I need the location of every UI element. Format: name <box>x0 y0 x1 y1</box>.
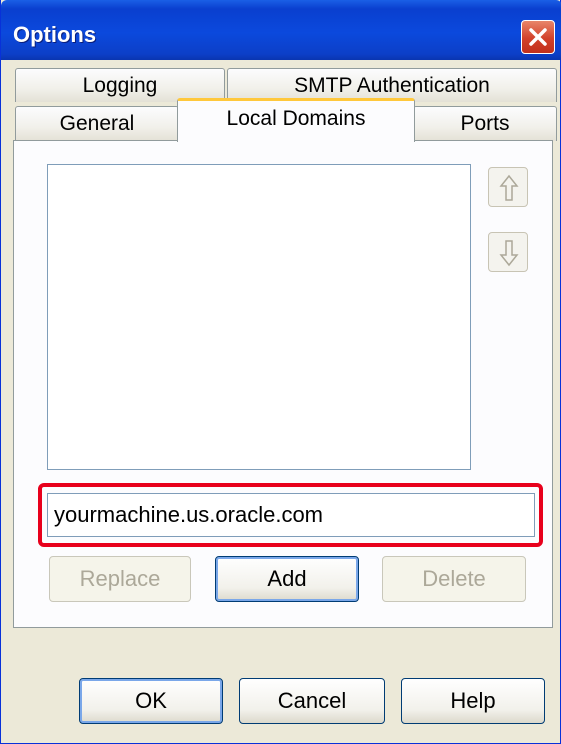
tab-local-domains[interactable]: Local Domains <box>177 98 415 142</box>
move-down-button[interactable] <box>488 232 528 272</box>
tab-label: General <box>59 112 135 135</box>
tab-logging[interactable]: Logging <box>15 68 225 102</box>
button-label: Add <box>267 566 307 591</box>
cancel-button[interactable]: Cancel <box>239 678 385 724</box>
move-up-button[interactable] <box>488 167 528 207</box>
arrow-up-icon <box>499 174 519 201</box>
tab-smtp-authentication[interactable]: SMTP Authentication <box>227 68 557 102</box>
button-label: Replace <box>79 566 161 591</box>
close-icon <box>529 28 547 46</box>
button-label: Help <box>450 688 496 713</box>
options-dialog: Options Logging SMTP Authentication Gene… <box>0 0 561 744</box>
replace-button[interactable]: Replace <box>49 556 191 602</box>
arrow-down-icon <box>499 240 519 267</box>
tab-ports[interactable]: Ports <box>413 106 557 141</box>
tab-label: SMTP Authentication <box>294 73 490 97</box>
ok-button[interactable]: OK <box>79 678 223 724</box>
domains-listbox[interactable] <box>47 164 471 470</box>
tab-label: Logging <box>82 73 158 97</box>
window-title: Options <box>13 22 97 47</box>
close-button[interactable] <box>521 20 555 54</box>
tab-general[interactable]: General <box>15 106 179 141</box>
button-label: Cancel <box>277 688 347 713</box>
delete-button[interactable]: Delete <box>382 556 526 602</box>
domain-input[interactable] <box>47 493 535 537</box>
help-button[interactable]: Help <box>401 678 545 724</box>
button-label: OK <box>135 688 167 713</box>
add-button[interactable]: Add <box>215 556 359 602</box>
tab-label: Ports <box>460 112 510 135</box>
tab-label: Local Domains <box>226 106 366 130</box>
button-label: Delete <box>422 566 486 591</box>
title-bar[interactable]: Options <box>1 0 561 60</box>
